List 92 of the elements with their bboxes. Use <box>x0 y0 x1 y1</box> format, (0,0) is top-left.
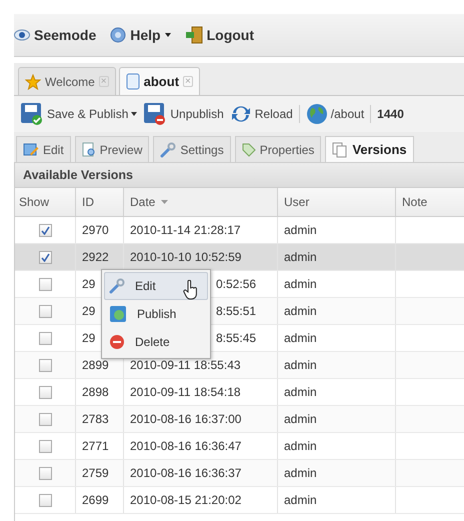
table-cell: admin <box>284 331 317 345</box>
table-cell: 2010-09-11 18:55:43 <box>130 358 241 372</box>
menu-bar-button[interactable]: Seemode <box>14 27 96 43</box>
checkbox[interactable] <box>38 250 52 264</box>
table-cell: 29 <box>82 277 96 291</box>
eye-icon <box>14 29 30 41</box>
pencil-icon <box>23 142 39 156</box>
help-icon <box>110 27 126 43</box>
checkbox[interactable] <box>38 386 52 398</box>
table-cell: 2922 <box>82 250 109 264</box>
table-cell: admin <box>284 250 317 264</box>
page-id: 1440 <box>377 107 404 121</box>
view-tab[interactable]: Settings <box>153 136 231 162</box>
sort-icon <box>161 200 168 204</box>
table-cell: 2010-08-15 21:20:02 <box>130 493 242 507</box>
table-cell: admin <box>284 358 317 372</box>
table-cell: 2759 <box>82 466 109 480</box>
checkbox[interactable] <box>38 224 52 236</box>
table-cell: 29 <box>82 331 96 345</box>
table-cell: 2899 <box>82 358 109 372</box>
toolbar-button[interactable]: Unpublish <box>143 102 224 126</box>
globe-icon <box>306 103 328 125</box>
table-cell: 8:55:45 <box>216 331 256 345</box>
wrench-icon <box>160 142 176 158</box>
table-cell: 2010-08-16 16:37:00 <box>130 412 242 426</box>
caret-icon <box>164 33 171 37</box>
table-cell: 2771 <box>82 439 109 453</box>
table-cell: 2010-11-14 21:28:17 <box>130 223 241 237</box>
caret-icon <box>131 112 138 116</box>
view-tab[interactable]: Properties <box>234 136 322 162</box>
magnifier-icon <box>82 142 96 157</box>
pages-icon <box>332 142 348 158</box>
disk-remove-icon <box>143 102 168 126</box>
menu-item[interactable]: Publish <box>104 300 208 328</box>
tag-icon <box>242 142 256 156</box>
table-cell: 2898 <box>82 385 109 399</box>
checkbox[interactable] <box>38 412 52 426</box>
menu-item[interactable]: Edit <box>104 272 208 300</box>
menu-bar-button[interactable]: Help <box>110 27 171 43</box>
document-tab[interactable]: Welcome × <box>18 67 116 95</box>
table-cell: 2010-10-10 10:52:59 <box>130 250 242 264</box>
column-header[interactable]: Show <box>15 188 76 216</box>
delete-icon <box>109 334 125 350</box>
table-cell: admin <box>284 466 317 480</box>
table-cell: 2010-08-16 16:36:47 <box>130 439 242 453</box>
table-cell: admin <box>284 223 317 237</box>
checkbox[interactable] <box>38 278 52 290</box>
table-cell: 8:55:51 <box>216 304 256 318</box>
table-cell: admin <box>284 277 317 291</box>
table-row[interactable]: 2922 2010-10-10 10:52:59 admin <box>15 244 464 271</box>
globe-page-icon <box>109 305 127 323</box>
checkbox[interactable] <box>38 466 52 480</box>
toolbar-button[interactable]: Save & Publish <box>20 102 138 126</box>
table-row[interactable]: 2899 2010-09-11 18:55:43 admin <box>15 352 464 379</box>
table-cell: admin <box>284 412 317 426</box>
column-header[interactable]: User <box>278 188 396 216</box>
table-cell: admin <box>284 493 317 507</box>
table-cell: 2699 <box>82 493 109 507</box>
wrench-icon <box>109 278 125 294</box>
table-row[interactable]: 2699 2010-08-15 21:20:02 admin <box>15 487 464 514</box>
star-icon <box>25 74 41 90</box>
table-cell: 2970 <box>82 223 109 237</box>
pointer-icon <box>183 280 199 300</box>
menu-bar-button[interactable]: Logout <box>184 26 254 44</box>
view-tab[interactable]: Preview <box>74 136 150 162</box>
save-icon <box>20 102 44 126</box>
table-row[interactable]: 2759 2010-08-16 16:36:37 admin <box>15 460 464 487</box>
checkbox[interactable] <box>38 358 52 372</box>
view-tab[interactable]: Edit <box>16 136 71 162</box>
table-cell: 0:52:56 <box>216 277 256 291</box>
toolbar-button[interactable]: /about <box>306 103 364 125</box>
table-cell: admin <box>284 439 317 453</box>
document-tab[interactable]: about × <box>118 67 200 95</box>
checkbox[interactable] <box>38 494 52 506</box>
door-icon <box>184 26 203 44</box>
table-cell: 2010-08-16 16:36:37 <box>130 466 242 480</box>
table-row[interactable]: 2783 2010-08-16 16:37:00 admin <box>15 406 464 433</box>
reload-icon <box>230 104 252 124</box>
table-cell: admin <box>284 385 317 399</box>
checkbox[interactable] <box>38 332 52 344</box>
page-icon <box>126 73 140 90</box>
column-header[interactable]: Note <box>396 188 464 216</box>
checkbox[interactable] <box>38 304 52 318</box>
view-tab[interactable]: Versions <box>325 136 414 162</box>
table-cell: 29 <box>82 304 96 318</box>
toolbar-button[interactable]: Reload <box>230 104 293 124</box>
panel-title: Available Versions <box>15 163 464 188</box>
table-cell: 2010-09-11 18:54:18 <box>130 385 241 399</box>
table-cell: 2783 <box>82 412 109 426</box>
table-cell: admin <box>284 304 317 318</box>
checkbox[interactable] <box>38 440 52 452</box>
column-header[interactable]: Date <box>124 188 278 216</box>
